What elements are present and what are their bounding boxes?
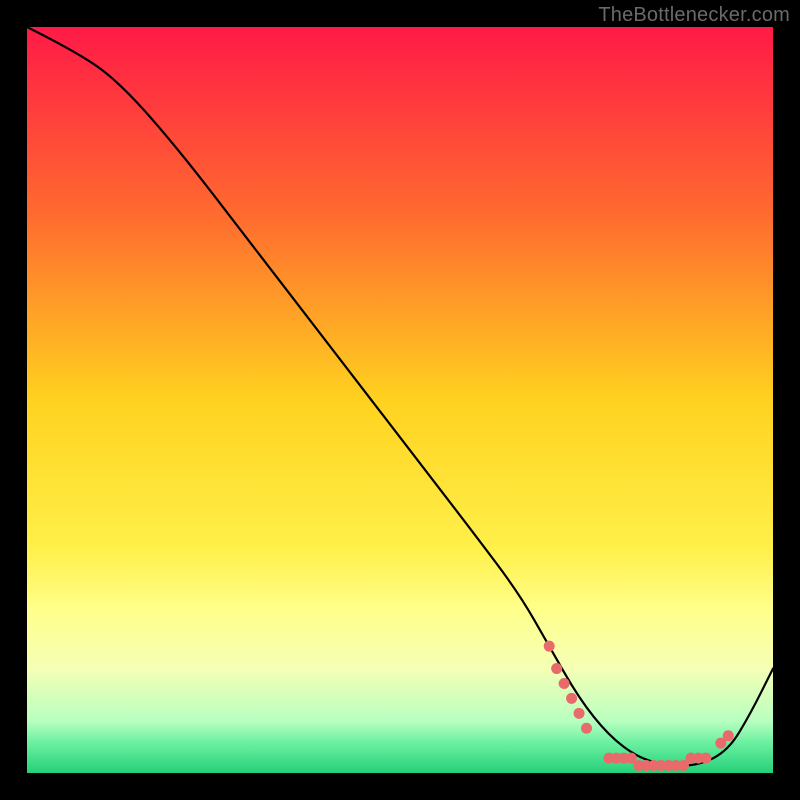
highlight-dot (700, 753, 711, 764)
highlight-dot (723, 730, 734, 741)
highlight-dot (551, 663, 562, 674)
highlight-dot (544, 641, 555, 652)
attribution-text: TheBottlenecker.com (598, 4, 790, 27)
highlight-dot (574, 708, 585, 719)
bottleneck-chart (27, 27, 773, 773)
plot-area (27, 27, 773, 773)
highlight-dot (566, 693, 577, 704)
chart-frame: TheBottlenecker.com (0, 0, 800, 800)
gradient-background (27, 27, 773, 773)
highlight-dot (559, 678, 570, 689)
highlight-dot (581, 723, 592, 734)
